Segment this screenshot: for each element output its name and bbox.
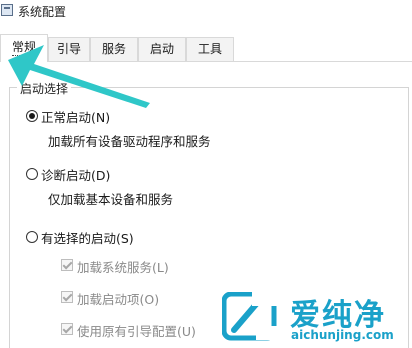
- normal-startup-label[interactable]: 正常启动(N): [41, 107, 110, 126]
- app-icon: [1, 4, 13, 16]
- normal-startup-radio[interactable]: [26, 110, 38, 122]
- tab-divider: [0, 61, 412, 62]
- tab-services[interactable]: 服务: [90, 37, 138, 61]
- normal-startup-description: 加载所有设备驱动程序和服务: [48, 134, 211, 149]
- use-original-boot-config-checkbox[interactable]: [61, 323, 73, 335]
- tab-boot[interactable]: 引导: [48, 37, 90, 61]
- system-config-window: 系统配置 常规 引导 服务 启动 工具 启动选择 正常启动(N) 加载所有设备驱…: [0, 0, 412, 348]
- tab-general[interactable]: 常规: [0, 34, 48, 62]
- selective-startup-radio[interactable]: [26, 231, 38, 243]
- diagnostic-startup-description: 仅加载基本设备和服务: [48, 192, 174, 207]
- group-label: 启动选择: [17, 80, 72, 97]
- load-startup-items-checkbox[interactable]: [61, 291, 73, 303]
- brand-logo-icon: [222, 292, 280, 341]
- diagnostic-startup-radio[interactable]: [26, 168, 38, 180]
- selective-startup-label[interactable]: 有选择的启动(S): [41, 228, 134, 247]
- use-original-boot-config-label: 使用原有引导配置(U): [77, 324, 196, 339]
- tab-startup[interactable]: 启动: [138, 37, 186, 61]
- diagnostic-startup-label[interactable]: 诊断启动(D): [41, 165, 110, 184]
- load-system-services-label: 加载系统服务(L): [77, 260, 169, 275]
- title-bar: 系统配置: [0, 0, 412, 24]
- tab-tools[interactable]: 工具: [186, 37, 234, 61]
- watermark: 爱纯净 aichunjing.com: [218, 286, 410, 346]
- load-system-services-checkbox[interactable]: [61, 259, 73, 271]
- window-title: 系统配置: [18, 5, 67, 19]
- load-startup-items-label: 加载启动项(O): [77, 292, 160, 307]
- watermark-url: aichunjing.com: [291, 328, 394, 342]
